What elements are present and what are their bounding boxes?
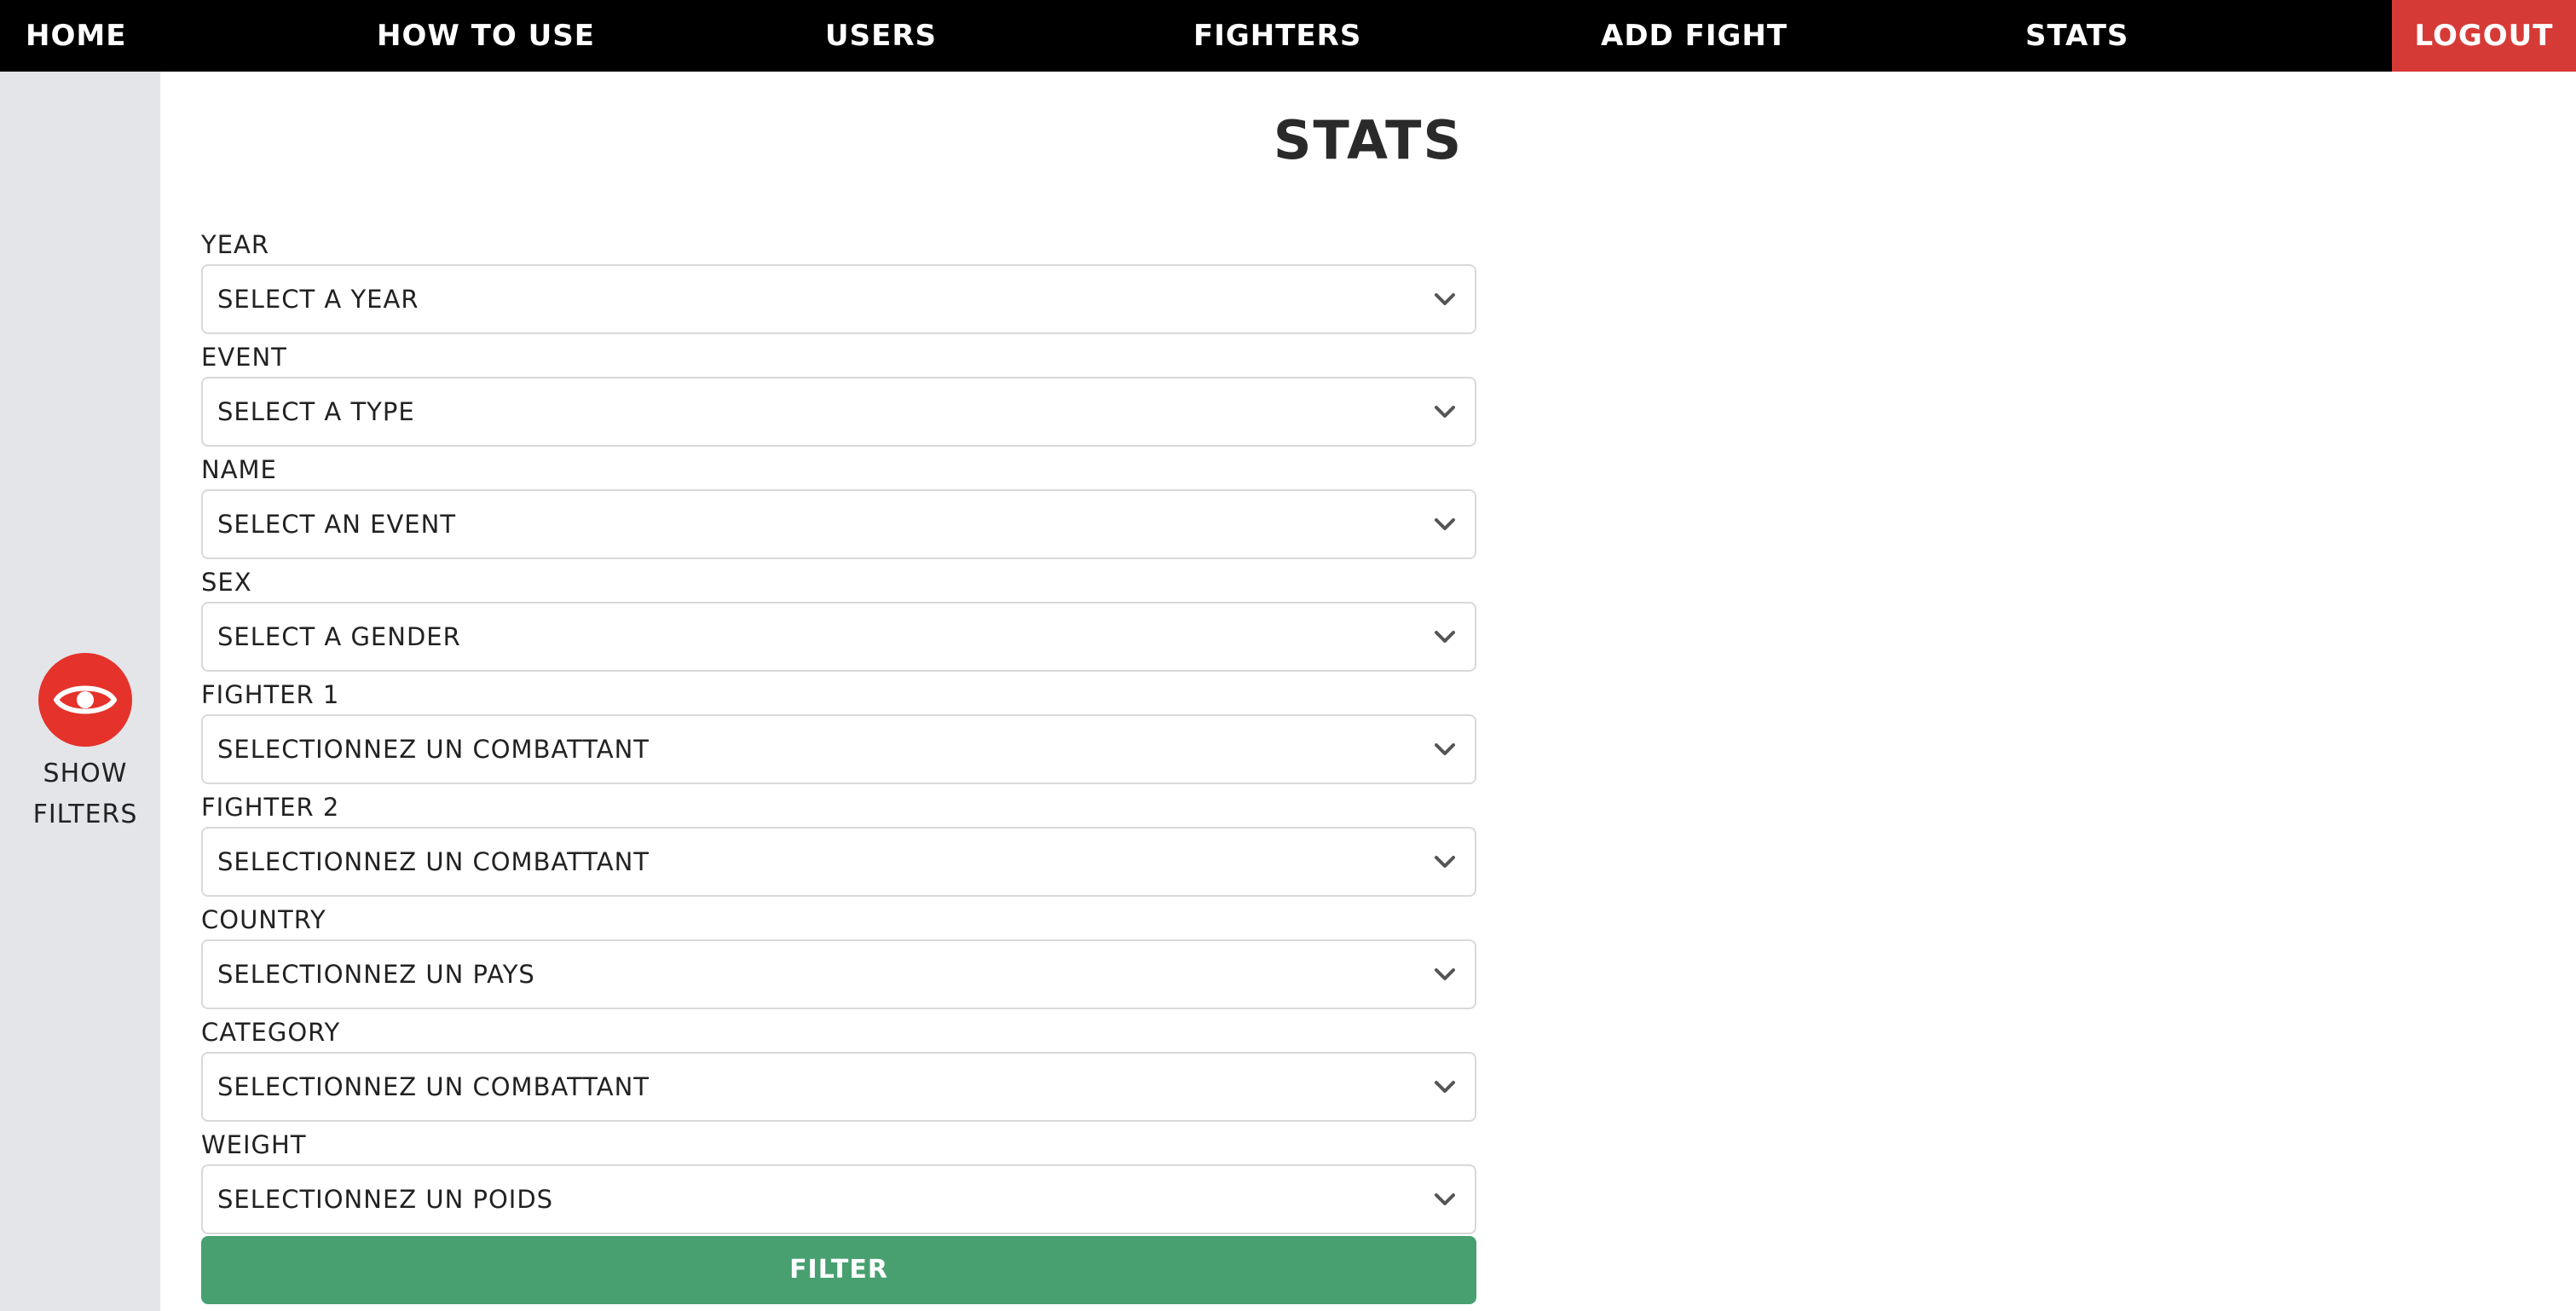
chevron-down-icon xyxy=(1435,406,1455,418)
show-filters-label: SHOW FILTERS xyxy=(0,754,170,835)
sex-select-value: SELECT A GENDER xyxy=(217,622,461,651)
logout-button[interactable]: LOGOUT xyxy=(2392,0,2576,72)
show-filters-line1: SHOW xyxy=(43,759,128,788)
top-nav: HOME HOW TO USE USERS FIGHTERS ADD FIGHT… xyxy=(0,0,2576,72)
chevron-down-icon xyxy=(1435,856,1455,868)
chevron-down-icon xyxy=(1435,1193,1455,1205)
fighter1-select-value: SELECTIONNEZ UN COMBATTANT xyxy=(217,735,650,764)
show-filters-line2: FILTERS xyxy=(32,800,138,829)
nav-fighters[interactable]: FIGHTERS xyxy=(1193,0,1361,72)
eye-icon xyxy=(54,685,117,714)
fighter2-select-value: SELECTIONNEZ UN COMBATTANT xyxy=(217,847,650,876)
year-select-value: SELECT A YEAR xyxy=(217,285,419,314)
chevron-down-icon xyxy=(1435,518,1455,530)
nav-home[interactable]: HOME xyxy=(26,0,126,72)
filter-button[interactable]: FILTER xyxy=(201,1236,1476,1304)
sex-label: SEX xyxy=(201,568,252,597)
weight-select-value: SELECTIONNEZ UN POIDS xyxy=(217,1185,554,1214)
category-select-value: SELECTIONNEZ UN COMBATTANT xyxy=(217,1072,650,1101)
page-title: STATS xyxy=(1273,109,1464,171)
year-label: YEAR xyxy=(201,230,270,259)
fighter1-label: FIGHTER 1 xyxy=(201,680,340,709)
country-label: COUNTRY xyxy=(201,905,326,934)
sex-select[interactable]: SELECT A GENDER xyxy=(201,602,1476,672)
event-select[interactable]: SELECT A TYPE xyxy=(201,377,1476,447)
show-filters-button[interactable] xyxy=(38,653,132,747)
fighter1-select[interactable]: SELECTIONNEZ UN COMBATTANT xyxy=(201,714,1476,784)
category-label: CATEGORY xyxy=(201,1018,341,1047)
fighter2-select[interactable]: SELECTIONNEZ UN COMBATTANT xyxy=(201,827,1476,897)
category-select[interactable]: SELECTIONNEZ UN COMBATTANT xyxy=(201,1052,1476,1122)
event-label: EVENT xyxy=(201,343,287,372)
event-select-value: SELECT A TYPE xyxy=(217,397,415,426)
country-select-value: SELECTIONNEZ UN PAYS xyxy=(217,960,535,989)
name-select[interactable]: SELECT AN EVENT xyxy=(201,489,1476,559)
weight-select[interactable]: SELECTIONNEZ UN POIDS xyxy=(201,1164,1476,1234)
fighter2-label: FIGHTER 2 xyxy=(201,793,340,822)
country-select[interactable]: SELECTIONNEZ UN PAYS xyxy=(201,939,1476,1009)
chevron-down-icon xyxy=(1435,293,1455,305)
chevron-down-icon xyxy=(1435,968,1455,980)
nav-add-fight[interactable]: ADD FIGHT xyxy=(1601,0,1788,72)
sidebar: SHOW FILTERS xyxy=(0,72,160,1311)
chevron-down-icon xyxy=(1435,1081,1455,1093)
weight-label: WEIGHT xyxy=(201,1130,307,1159)
nav-how-to-use[interactable]: HOW TO USE xyxy=(377,0,595,72)
year-select[interactable]: SELECT A YEAR xyxy=(201,264,1476,334)
nav-stats[interactable]: STATS xyxy=(2025,0,2128,72)
chevron-down-icon xyxy=(1435,743,1455,755)
nav-users[interactable]: USERS xyxy=(825,0,937,72)
name-label: NAME xyxy=(201,455,277,484)
chevron-down-icon xyxy=(1435,631,1455,643)
name-select-value: SELECT AN EVENT xyxy=(217,510,457,539)
